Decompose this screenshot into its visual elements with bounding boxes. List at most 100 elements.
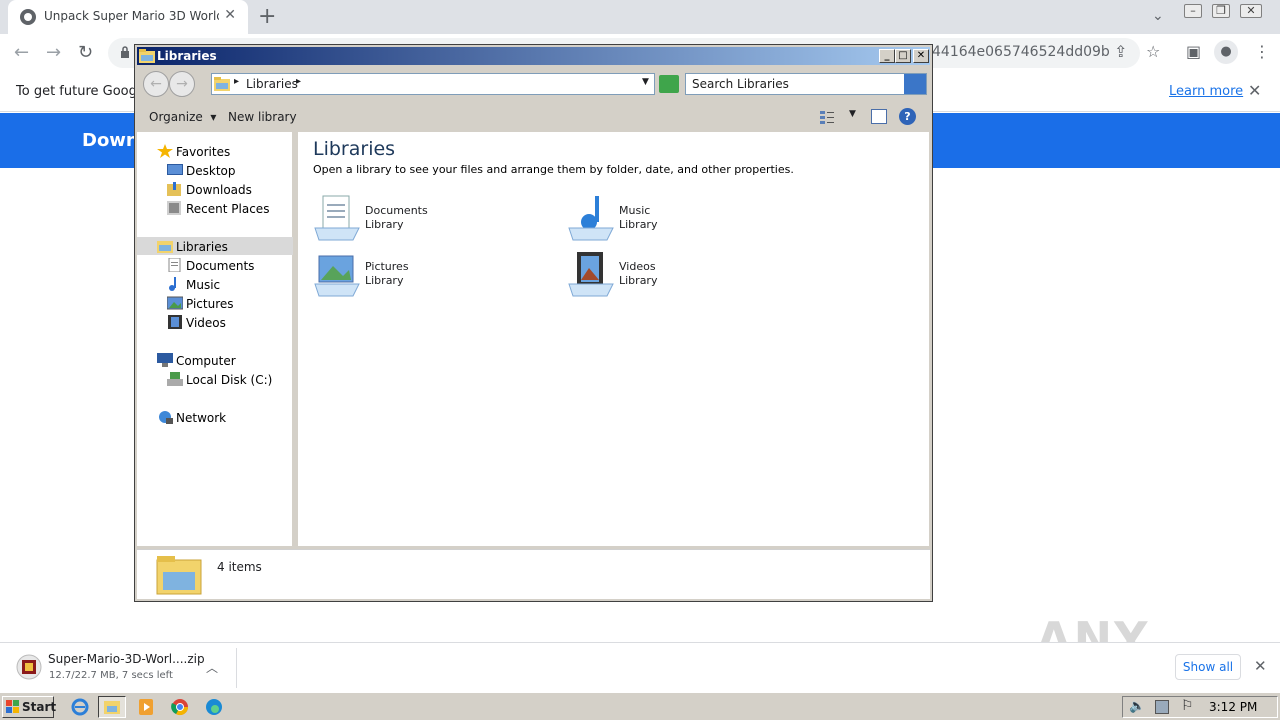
globe-icon bbox=[20, 9, 36, 25]
downloads-folder-icon bbox=[167, 182, 181, 196]
nav-documents[interactable]: Documents bbox=[186, 259, 254, 273]
window-title: Libraries bbox=[157, 49, 217, 63]
clock[interactable]: 3:12 PM bbox=[1209, 700, 1257, 714]
tab-strip: Unpack Super Mario 3D World + Bowser's F… bbox=[0, 0, 1280, 34]
media-player-icon[interactable] bbox=[132, 696, 160, 718]
libraries-folder-icon bbox=[156, 556, 202, 595]
videos-library-icon bbox=[568, 252, 614, 297]
show-all-button[interactable]: Show all bbox=[1175, 654, 1241, 680]
info-bar-close-icon[interactable]: ✕ bbox=[1248, 81, 1261, 100]
favorites-star-icon bbox=[157, 144, 173, 158]
bookmark-star-icon[interactable]: ☆ bbox=[1146, 42, 1160, 61]
breadcrumb-bar[interactable]: ▸ Libraries ▸ ▼ bbox=[211, 73, 655, 95]
action-center-flag-icon[interactable]: ⚐ bbox=[1181, 698, 1194, 714]
browser-tab[interactable]: Unpack Super Mario 3D World + Bowser's F… bbox=[8, 0, 248, 34]
music-note-icon bbox=[169, 277, 176, 291]
back-arrow-icon[interactable]: ← bbox=[14, 42, 29, 63]
breadcrumb-arrow-icon[interactable]: ▸ bbox=[296, 76, 301, 87]
download-options-chevron-icon[interactable]: ︿ bbox=[206, 659, 218, 676]
preview-pane-icon[interactable] bbox=[871, 109, 887, 124]
forward-button[interactable]: → bbox=[169, 71, 195, 97]
refresh-icon[interactable] bbox=[659, 75, 679, 93]
library-type: Library bbox=[365, 218, 404, 231]
nav-local-disk[interactable]: Local Disk (C:) bbox=[186, 373, 272, 387]
address-dropdown-icon[interactable]: ▼ bbox=[642, 77, 649, 87]
reload-icon[interactable]: ↻ bbox=[78, 42, 93, 63]
library-tile-videos[interactable]: Videos Library bbox=[567, 250, 807, 300]
forward-arrow-icon[interactable]: → bbox=[46, 42, 61, 63]
library-name: Videos bbox=[619, 260, 656, 273]
search-input[interactable]: Search Libraries bbox=[685, 73, 927, 95]
view-options-dropdown-icon[interactable]: ▼ bbox=[849, 109, 856, 119]
libraries-icon bbox=[157, 241, 173, 253]
zip-file-icon bbox=[16, 654, 42, 680]
recent-places-icon bbox=[167, 201, 181, 215]
command-bar: Organize ▾ New library ▼ ? bbox=[137, 103, 930, 131]
nav-desktop[interactable]: Desktop bbox=[186, 164, 236, 178]
nav-favorites[interactable]: Favorites bbox=[176, 145, 230, 159]
minimize-button[interactable]: _ bbox=[879, 49, 895, 63]
nav-network[interactable]: Network bbox=[176, 411, 226, 425]
breadcrumb-arrow-icon[interactable]: ▸ bbox=[234, 76, 239, 87]
menu-kebab-icon[interactable]: ⋮ bbox=[1254, 42, 1270, 61]
back-button[interactable]: ← bbox=[143, 71, 169, 97]
library-name: Pictures bbox=[365, 260, 409, 273]
chrome-icon[interactable] bbox=[166, 696, 194, 718]
nav-libraries[interactable]: Libraries bbox=[176, 240, 228, 254]
close-window-button[interactable]: ✕ bbox=[1240, 4, 1262, 18]
volume-icon[interactable]: 🔈 bbox=[1129, 699, 1145, 714]
file-explorer-taskbar-icon[interactable] bbox=[98, 696, 126, 718]
pictures-icon bbox=[167, 296, 183, 310]
close-button[interactable]: ✕ bbox=[913, 49, 929, 63]
search-icon[interactable] bbox=[904, 74, 926, 94]
library-tile-music[interactable]: Music Library bbox=[567, 194, 807, 244]
tab-title: Unpack Super Mario 3D World + Bowser's F… bbox=[44, 9, 219, 23]
maximize-button[interactable]: □ bbox=[895, 49, 911, 63]
tab-close-icon[interactable]: ✕ bbox=[224, 7, 236, 23]
music-library-icon bbox=[568, 196, 614, 241]
documents-icon bbox=[168, 258, 181, 272]
download-filename[interactable]: Super-Mario-3D-Worl....zip bbox=[48, 652, 205, 666]
start-button[interactable]: Start bbox=[2, 696, 56, 718]
download-progress: 12.7/22.7 MB, 7 secs left bbox=[49, 670, 173, 681]
organize-menu[interactable]: Organize ▾ bbox=[149, 110, 216, 124]
details-pane: 4 items bbox=[137, 549, 930, 599]
internet-explorer-icon[interactable] bbox=[66, 696, 94, 718]
profile-avatar-icon[interactable]: ● bbox=[1214, 40, 1238, 64]
edge-icon[interactable] bbox=[200, 696, 228, 718]
minimize-window-button[interactable]: – bbox=[1184, 4, 1202, 18]
share-icon[interactable]: ⇪ bbox=[1114, 42, 1127, 61]
new-library-button[interactable]: New library bbox=[228, 110, 297, 124]
desktop-icon bbox=[167, 164, 183, 175]
library-type: Library bbox=[365, 274, 404, 287]
url-text: 44164e065746524dd09b bbox=[932, 44, 1110, 60]
restore-window-button[interactable]: ❐ bbox=[1212, 4, 1230, 18]
nav-downloads[interactable]: Downloads bbox=[186, 183, 252, 197]
nav-pictures[interactable]: Pictures bbox=[186, 297, 234, 311]
tab-search-chevron-icon[interactable]: ⌄ bbox=[1152, 8, 1164, 24]
window-title-bar[interactable]: Libraries _ □ ✕ bbox=[137, 47, 930, 65]
videos-film-icon bbox=[168, 315, 182, 329]
content-pane: Libraries Open a library to see your fil… bbox=[298, 132, 929, 546]
nav-computer[interactable]: Computer bbox=[176, 354, 236, 368]
new-tab-button[interactable]: + bbox=[258, 4, 276, 29]
learn-more-link[interactable]: Learn more bbox=[1169, 84, 1243, 99]
network-tray-icon[interactable] bbox=[1155, 700, 1169, 714]
nav-music[interactable]: Music bbox=[186, 278, 220, 292]
content-heading: Libraries bbox=[313, 138, 396, 160]
library-type: Library bbox=[619, 218, 658, 231]
explorer-window: Libraries _ □ ✕ ← → ▸ Libraries ▸ ▼ Sear… bbox=[134, 44, 933, 602]
library-tile-documents[interactable]: Documents Library bbox=[313, 194, 553, 244]
side-panel-icon[interactable]: ▣ bbox=[1186, 42, 1201, 61]
library-tile-pictures[interactable]: Pictures Library bbox=[313, 250, 553, 300]
help-icon[interactable]: ? bbox=[899, 108, 916, 125]
navigation-pane: Favorites Desktop Downloads Recent Place… bbox=[137, 132, 295, 546]
change-view-icon[interactable] bbox=[819, 109, 835, 125]
breadcrumb-libraries[interactable]: Libraries bbox=[246, 77, 298, 91]
nav-videos[interactable]: Videos bbox=[186, 316, 226, 330]
download-bar-close-icon[interactable]: ✕ bbox=[1254, 657, 1267, 675]
network-icon bbox=[159, 411, 173, 424]
library-type: Library bbox=[619, 274, 658, 287]
banner-text[interactable]: Down bbox=[82, 130, 139, 151]
nav-recent-places[interactable]: Recent Places bbox=[186, 202, 269, 216]
